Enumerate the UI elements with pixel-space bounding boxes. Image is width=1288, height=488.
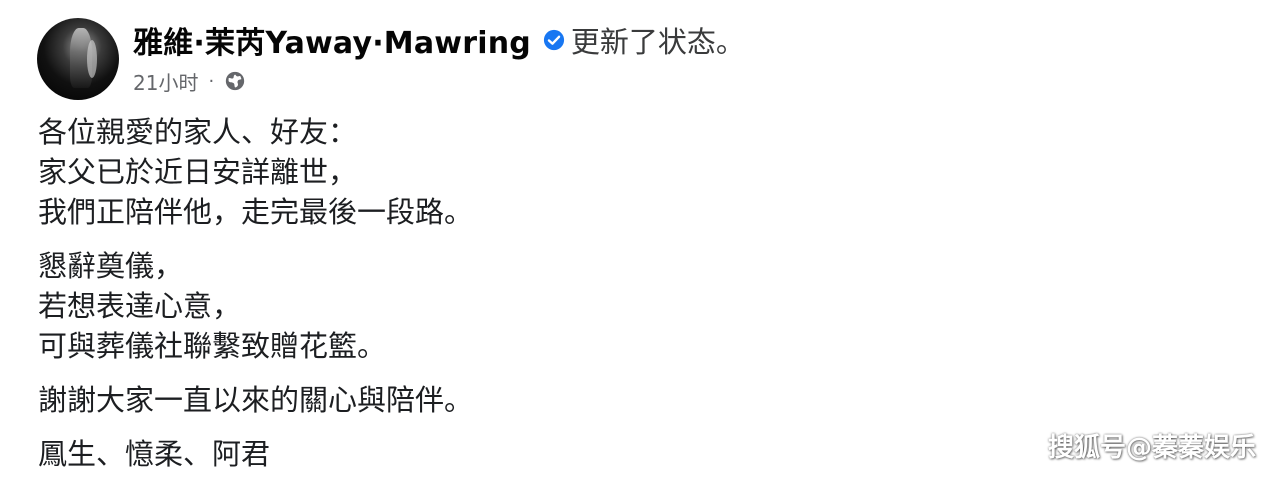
post-meta: 21小时 · — [133, 64, 246, 98]
source-watermark: 搜狐号@蓁蓁娱乐 — [1047, 433, 1256, 463]
paragraph: 謝謝大家一直以來的關心與陪伴。 — [38, 380, 1138, 420]
paragraph: 鳳生、憶柔、阿君 — [38, 434, 1138, 474]
post-line: 若想表達心意， — [38, 289, 242, 323]
post-line: 謝謝大家一直以來的關心與陪伴。 — [38, 383, 474, 417]
facebook-post: 雅維·茉芮Yaway·Mawring 更新了状态。 21小时 · 各位親愛的家人… — [0, 0, 1288, 478]
globe-icon[interactable] — [224, 70, 246, 92]
post-timestamp[interactable]: 21小时 — [133, 67, 198, 96]
profile-avatar[interactable] — [37, 18, 119, 100]
verified-badge-icon — [543, 29, 565, 51]
post-action-text: 更新了状态。 — [570, 25, 745, 59]
post-line: 家父已於近日安詳離世， — [38, 155, 358, 189]
author-name[interactable]: 雅維·茉芮Yaway·Mawring — [133, 18, 531, 62]
post-line: 懇辭奠儀， — [38, 249, 184, 283]
post-line: 可與葬儀社聯繫致贈花籃。 — [38, 329, 387, 363]
paragraph: 懇辭奠儀， 若想表達心意， 可與葬儀社聯繫致贈花籃。 — [38, 246, 1138, 366]
avatar-highlight — [87, 40, 97, 78]
post-signature: 鳳生、憶柔、阿君 — [38, 437, 271, 471]
meta-separator: · — [208, 70, 215, 92]
post-line: 各位親愛的家人、好友： — [38, 115, 358, 149]
post-line: 我們正陪伴他，走完最後一段路。 — [38, 195, 474, 229]
post-body: 各位親愛的家人、好友： 家父已於近日安詳離世， 我們正陪伴他，走完最後一段路。 … — [38, 112, 1138, 488]
paragraph: 各位親愛的家人、好友： 家父已於近日安詳離世， 我們正陪伴他，走完最後一段路。 — [38, 112, 1138, 232]
post-header: 雅維·茉芮Yaway·Mawring 更新了状态。 — [133, 18, 745, 62]
